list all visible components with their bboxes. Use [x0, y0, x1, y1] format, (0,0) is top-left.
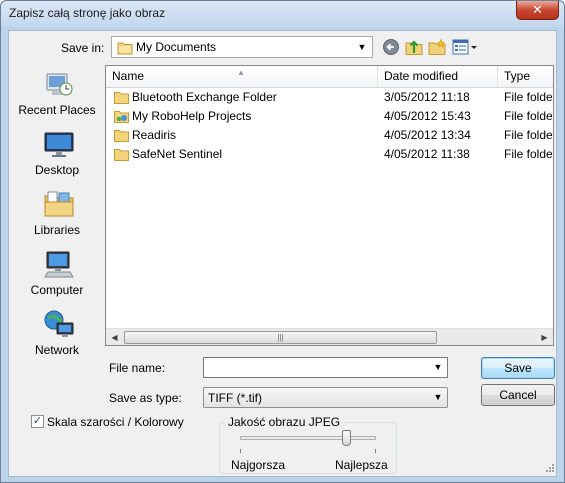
file-row[interactable]: Readiris 4/05/2012 13:34 File folder [106, 126, 553, 145]
scroll-right-icon[interactable]: ▶ [536, 329, 553, 345]
recent-places-icon [46, 73, 73, 96]
file-date: 4/05/2012 13:34 [384, 128, 471, 142]
jpeg-max-label: Najlepsza [335, 458, 388, 472]
file-type: File folder [504, 128, 554, 142]
chevron-down-icon[interactable]: ▼ [354, 38, 370, 56]
file-date: 4/05/2012 15:43 [384, 109, 471, 123]
save-as-type-value: TIFF (*.tif) [208, 391, 262, 405]
save-as-type-dropdown[interactable]: TIFF (*.tif) ▼ [203, 387, 448, 408]
file-list-header: Name ▲ Date modified Type [106, 66, 553, 88]
horizontal-scrollbar[interactable]: ◀ ||| ▶ [106, 328, 553, 345]
place-label: Desktop [34, 163, 80, 177]
libraries-icon [44, 191, 74, 217]
folder-icon [114, 130, 129, 142]
back-icon[interactable] [381, 38, 401, 56]
place-label: Computer [30, 283, 84, 297]
save-button[interactable]: Save [481, 357, 555, 379]
save-as-type-label: Save as type: [109, 391, 182, 405]
desktop-icon [44, 132, 74, 157]
window-title: Zapisz całą stronę jako obraz [9, 6, 166, 20]
slider-tick [375, 449, 376, 453]
scrollbar-thumb[interactable]: ||| [124, 331, 437, 344]
place-computer[interactable]: Computer [13, 245, 101, 303]
place-network[interactable]: Network [13, 305, 101, 363]
folder-icon [114, 92, 129, 104]
chevron-down-icon[interactable]: ▼ [430, 388, 446, 407]
file-type: File folder [504, 147, 554, 161]
grayscale-label: Skala szarości / Kolorowy [47, 415, 184, 429]
file-name-combo[interactable]: ▼ [203, 357, 448, 378]
file-date: 4/05/2012 11:38 [384, 147, 470, 161]
folder-icon [117, 42, 133, 55]
dialog-body: Save in: My Documents ▼ Recent Places De… [8, 30, 557, 477]
new-folder-icon[interactable] [427, 38, 447, 56]
grayscale-checkbox[interactable]: ✓ [31, 415, 44, 428]
scroll-left-icon[interactable]: ◀ [106, 329, 123, 345]
column-header-type[interactable]: Type [498, 66, 553, 87]
save-in-value: My Documents [136, 40, 217, 54]
jpeg-min-label: Najgorsza [231, 458, 286, 472]
place-desktop[interactable]: Desktop [13, 125, 101, 183]
file-type: File folder [504, 109, 554, 123]
file-name: Bluetooth Exchange Folder [132, 90, 277, 104]
file-name: SafeNet Sentinel [132, 147, 223, 161]
file-name: Readiris [132, 128, 177, 142]
file-name-label: File name: [109, 361, 166, 375]
cancel-button[interactable]: Cancel [481, 384, 555, 406]
jpeg-quality-track[interactable] [240, 436, 376, 440]
place-label: Network [34, 343, 79, 357]
file-type: File folder [504, 90, 554, 104]
place-label: Libraries [33, 223, 81, 237]
folder-icon [114, 149, 129, 161]
places-bar: Recent Places Desktop Libraries Computer… [13, 65, 101, 375]
save-in-dropdown[interactable]: My Documents ▼ [111, 36, 373, 58]
column-header-name[interactable]: Name ▲ [106, 66, 378, 87]
column-header-date[interactable]: Date modified [378, 66, 498, 87]
place-recent-places[interactable]: Recent Places [13, 65, 101, 123]
chevron-down-icon[interactable]: ▼ [430, 358, 446, 377]
file-row[interactable]: Bluetooth Exchange Folder 3/05/2012 11:1… [106, 88, 553, 107]
file-name: My RoboHelp Projects [132, 109, 252, 123]
jpeg-quality-title: Jakość obrazu JPEG [225, 415, 344, 429]
file-row[interactable]: SafeNet Sentinel 4/05/2012 11:38 File fo… [106, 145, 553, 164]
checkmark-icon: ✓ [32, 415, 43, 427]
place-label: Recent Places [18, 103, 96, 117]
save-dialog-window: Zapisz całą stronę jako obraz ✕ Save in:… [0, 0, 565, 483]
close-button[interactable]: ✕ [516, 1, 559, 20]
up-folder-icon[interactable] [404, 38, 424, 56]
computer-icon [44, 251, 74, 278]
file-date: 3/05/2012 11:18 [384, 90, 470, 104]
file-list[interactable]: Name ▲ Date modified Type Bluetooth Excha… [105, 65, 554, 346]
place-libraries[interactable]: Libraries [13, 185, 101, 243]
jpeg-quality-slider[interactable] [341, 430, 351, 446]
resize-grip-icon[interactable] [545, 463, 555, 473]
sort-ascending-icon: ▲ [237, 68, 245, 77]
slider-tick [240, 449, 241, 453]
special-folder-icon [114, 111, 129, 123]
network-icon [44, 310, 74, 337]
file-row[interactable]: My RoboHelp Projects 4/05/2012 15:43 Fil… [106, 107, 553, 126]
save-in-label: Save in: [61, 41, 105, 55]
close-icon: ✕ [532, 2, 543, 17]
title-bar[interactable]: Zapisz całą stronę jako obraz ✕ [1, 1, 564, 27]
view-menu-icon[interactable] [452, 38, 478, 56]
